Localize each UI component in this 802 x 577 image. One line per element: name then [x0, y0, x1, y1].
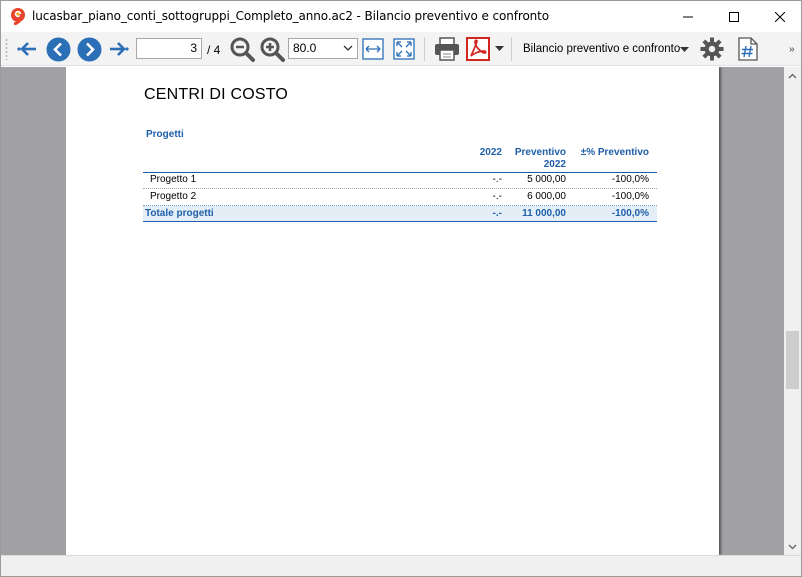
report-selector-label: Bilancio preventivo e confronto	[523, 43, 681, 55]
row-name: Progetto 2	[150, 191, 197, 202]
scrollbar-thumb[interactable]	[786, 331, 799, 389]
app-window: lucasbar_piano_conti_sottogruppi_Complet…	[0, 0, 802, 577]
report-page: CENTRI DI COSTO Progetti 2022 Preventivo…	[66, 67, 719, 555]
previous-page-icon	[46, 37, 70, 61]
report-title: CENTRI DI COSTO	[144, 86, 289, 103]
fit-width-icon	[362, 38, 384, 60]
gear-icon	[700, 37, 724, 61]
minimize-button[interactable]	[665, 1, 711, 32]
next-page-icon	[77, 37, 101, 61]
page-numbering-button[interactable]	[735, 32, 761, 66]
report-viewer[interactable]: CENTRI DI COSTO Progetti 2022 Preventivo…	[1, 67, 784, 555]
row-pct: -100,0%	[611, 174, 649, 185]
row-preventivo: 6 000,00	[527, 191, 566, 202]
total-pct: -100,0%	[611, 208, 649, 219]
toolbar-grip[interactable]	[5, 38, 8, 60]
column-header-pct-preventivo: ±% Preventivo	[580, 147, 649, 158]
column-header-preventivo: Preventivo	[514, 147, 566, 158]
row-pct: -100,0%	[611, 191, 649, 202]
report-selector[interactable]: Bilancio preventivo e confronto	[516, 38, 692, 60]
close-icon	[775, 11, 785, 22]
chevron-up-icon	[788, 73, 797, 78]
total-preventivo: 11 000,00	[522, 208, 566, 219]
zoom-in-button[interactable]	[259, 32, 285, 66]
close-button[interactable]	[757, 1, 801, 32]
zoom-value: 80.0	[293, 41, 317, 55]
row-divider	[143, 188, 657, 189]
chevron-down-icon	[788, 544, 797, 549]
caret-down-icon	[680, 47, 689, 52]
minimize-icon	[683, 16, 693, 17]
caret-down-icon	[494, 46, 504, 51]
first-page-button[interactable]	[15, 32, 39, 66]
export-menu-button[interactable]	[492, 32, 506, 66]
print-button[interactable]	[432, 32, 462, 66]
first-page-icon	[17, 42, 36, 56]
previous-page-button[interactable]	[44, 32, 72, 66]
toolbar-separator	[511, 37, 512, 61]
row-name: Progetto 1	[150, 174, 197, 185]
page-total-label: / 4	[207, 43, 221, 57]
total-top-divider	[143, 205, 657, 206]
total-name: Totale progetti	[145, 208, 214, 219]
fit-width-button[interactable]	[361, 32, 385, 66]
section-title: Progetti	[146, 129, 184, 140]
zoom-out-button[interactable]	[229, 32, 255, 66]
toolbar-overflow-button[interactable]: »	[789, 44, 795, 55]
zoom-in-icon	[260, 37, 285, 62]
printer-icon	[435, 37, 459, 61]
pdf-icon	[466, 37, 490, 61]
toolbar: 3 / 4 80.0 Bilancio preventivo e confron…	[1, 32, 801, 66]
app-logo-icon	[11, 8, 25, 25]
header-divider	[143, 172, 657, 173]
settings-button[interactable]	[698, 32, 726, 66]
window-title: lucasbar_piano_conti_sottogruppi_Complet…	[32, 9, 550, 23]
vertical-scrollbar[interactable]	[784, 67, 801, 555]
hash-document-icon	[738, 37, 758, 61]
row-preventivo: 5 000,00	[527, 174, 566, 185]
chevron-down-icon	[343, 45, 353, 51]
scroll-up-button[interactable]	[784, 67, 801, 84]
status-bar	[1, 555, 801, 576]
column-header-preventivo-year: 2022	[543, 159, 566, 170]
export-pdf-button[interactable]	[464, 32, 492, 66]
fit-page-icon	[393, 38, 415, 60]
next-page-button[interactable]	[75, 32, 103, 66]
last-page-button[interactable]	[107, 32, 131, 66]
maximize-icon	[729, 11, 739, 22]
total-bottom-divider	[143, 221, 657, 222]
toolbar-separator	[424, 37, 425, 61]
title-bar[interactable]: lucasbar_piano_conti_sottogruppi_Complet…	[1, 1, 801, 32]
zoom-out-icon	[230, 37, 255, 62]
last-page-icon	[110, 42, 129, 56]
maximize-button[interactable]	[711, 1, 757, 32]
zoom-select[interactable]: 80.0	[288, 38, 358, 59]
scroll-down-button[interactable]	[784, 538, 801, 555]
fit-page-button[interactable]	[392, 32, 416, 66]
page-number-input[interactable]: 3	[136, 38, 202, 59]
